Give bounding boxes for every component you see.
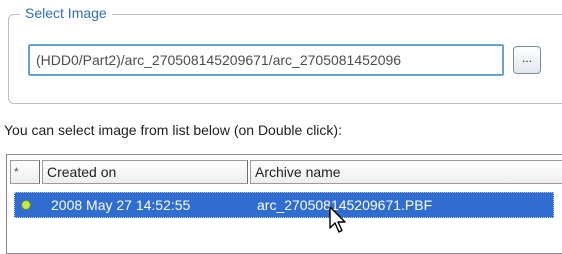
column-header-marker[interactable]: * <box>10 160 40 184</box>
mouse-cursor-icon <box>329 206 346 233</box>
column-header-created-on[interactable]: Created on <box>42 160 248 184</box>
row-created-on: 2008 May 27 14:52:55 <box>51 197 191 213</box>
select-image-title: Select Image <box>20 4 112 22</box>
green-dot-icon <box>21 200 31 210</box>
table-row[interactable]: 2008 May 27 14:52:55 arc_270508145209671… <box>14 192 554 218</box>
table-header: * Created on Archive name <box>10 160 562 184</box>
select-image-hint: You can select image from list below (on… <box>4 122 342 138</box>
image-path-input[interactable] <box>28 44 504 76</box>
browse-button[interactable]: ... <box>513 46 541 74</box>
column-header-archive-name[interactable]: Archive name <box>250 160 562 184</box>
